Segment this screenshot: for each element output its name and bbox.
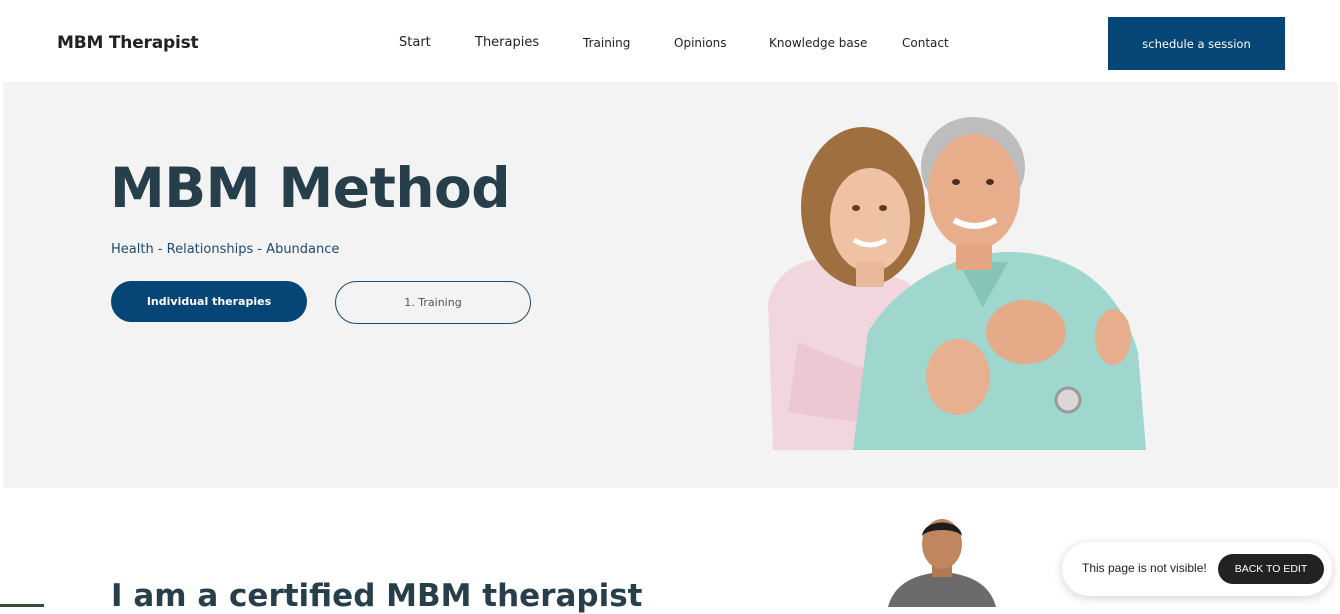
nav-item-start[interactable]: Start bbox=[399, 35, 431, 50]
toast-message: This page is not visible! bbox=[1082, 561, 1207, 575]
therapist-portrait-image bbox=[888, 519, 996, 607]
training-button[interactable]: 1. Training bbox=[335, 281, 531, 324]
nav-item-therapies[interactable]: Therapies bbox=[475, 35, 539, 50]
section-title-certified: I am a certified MBM therapist bbox=[111, 578, 643, 614]
hero-subtitle: Health - Relationships - Abundance bbox=[111, 242, 340, 257]
site-logo[interactable]: MBM Therapist bbox=[57, 33, 199, 53]
hero-title: MBM Method bbox=[110, 156, 511, 220]
back-to-edit-button[interactable]: BACK TO EDIT bbox=[1218, 554, 1324, 584]
visibility-toast: This page is not visible! BACK TO EDIT bbox=[1062, 542, 1332, 596]
nav-item-contact[interactable]: Contact bbox=[902, 36, 949, 50]
site-header: MBM Therapist Start Therapies Training O… bbox=[0, 0, 1340, 82]
nav-item-knowledge-base[interactable]: Knowledge base bbox=[769, 36, 867, 50]
nav-item-opinions[interactable]: Opinions bbox=[674, 36, 727, 50]
individual-therapies-button[interactable]: Individual therapies bbox=[111, 281, 307, 322]
schedule-session-button[interactable]: schedule a session bbox=[1108, 17, 1285, 70]
hero-couple-image bbox=[768, 117, 1146, 450]
nav-item-training[interactable]: Training bbox=[583, 36, 630, 50]
